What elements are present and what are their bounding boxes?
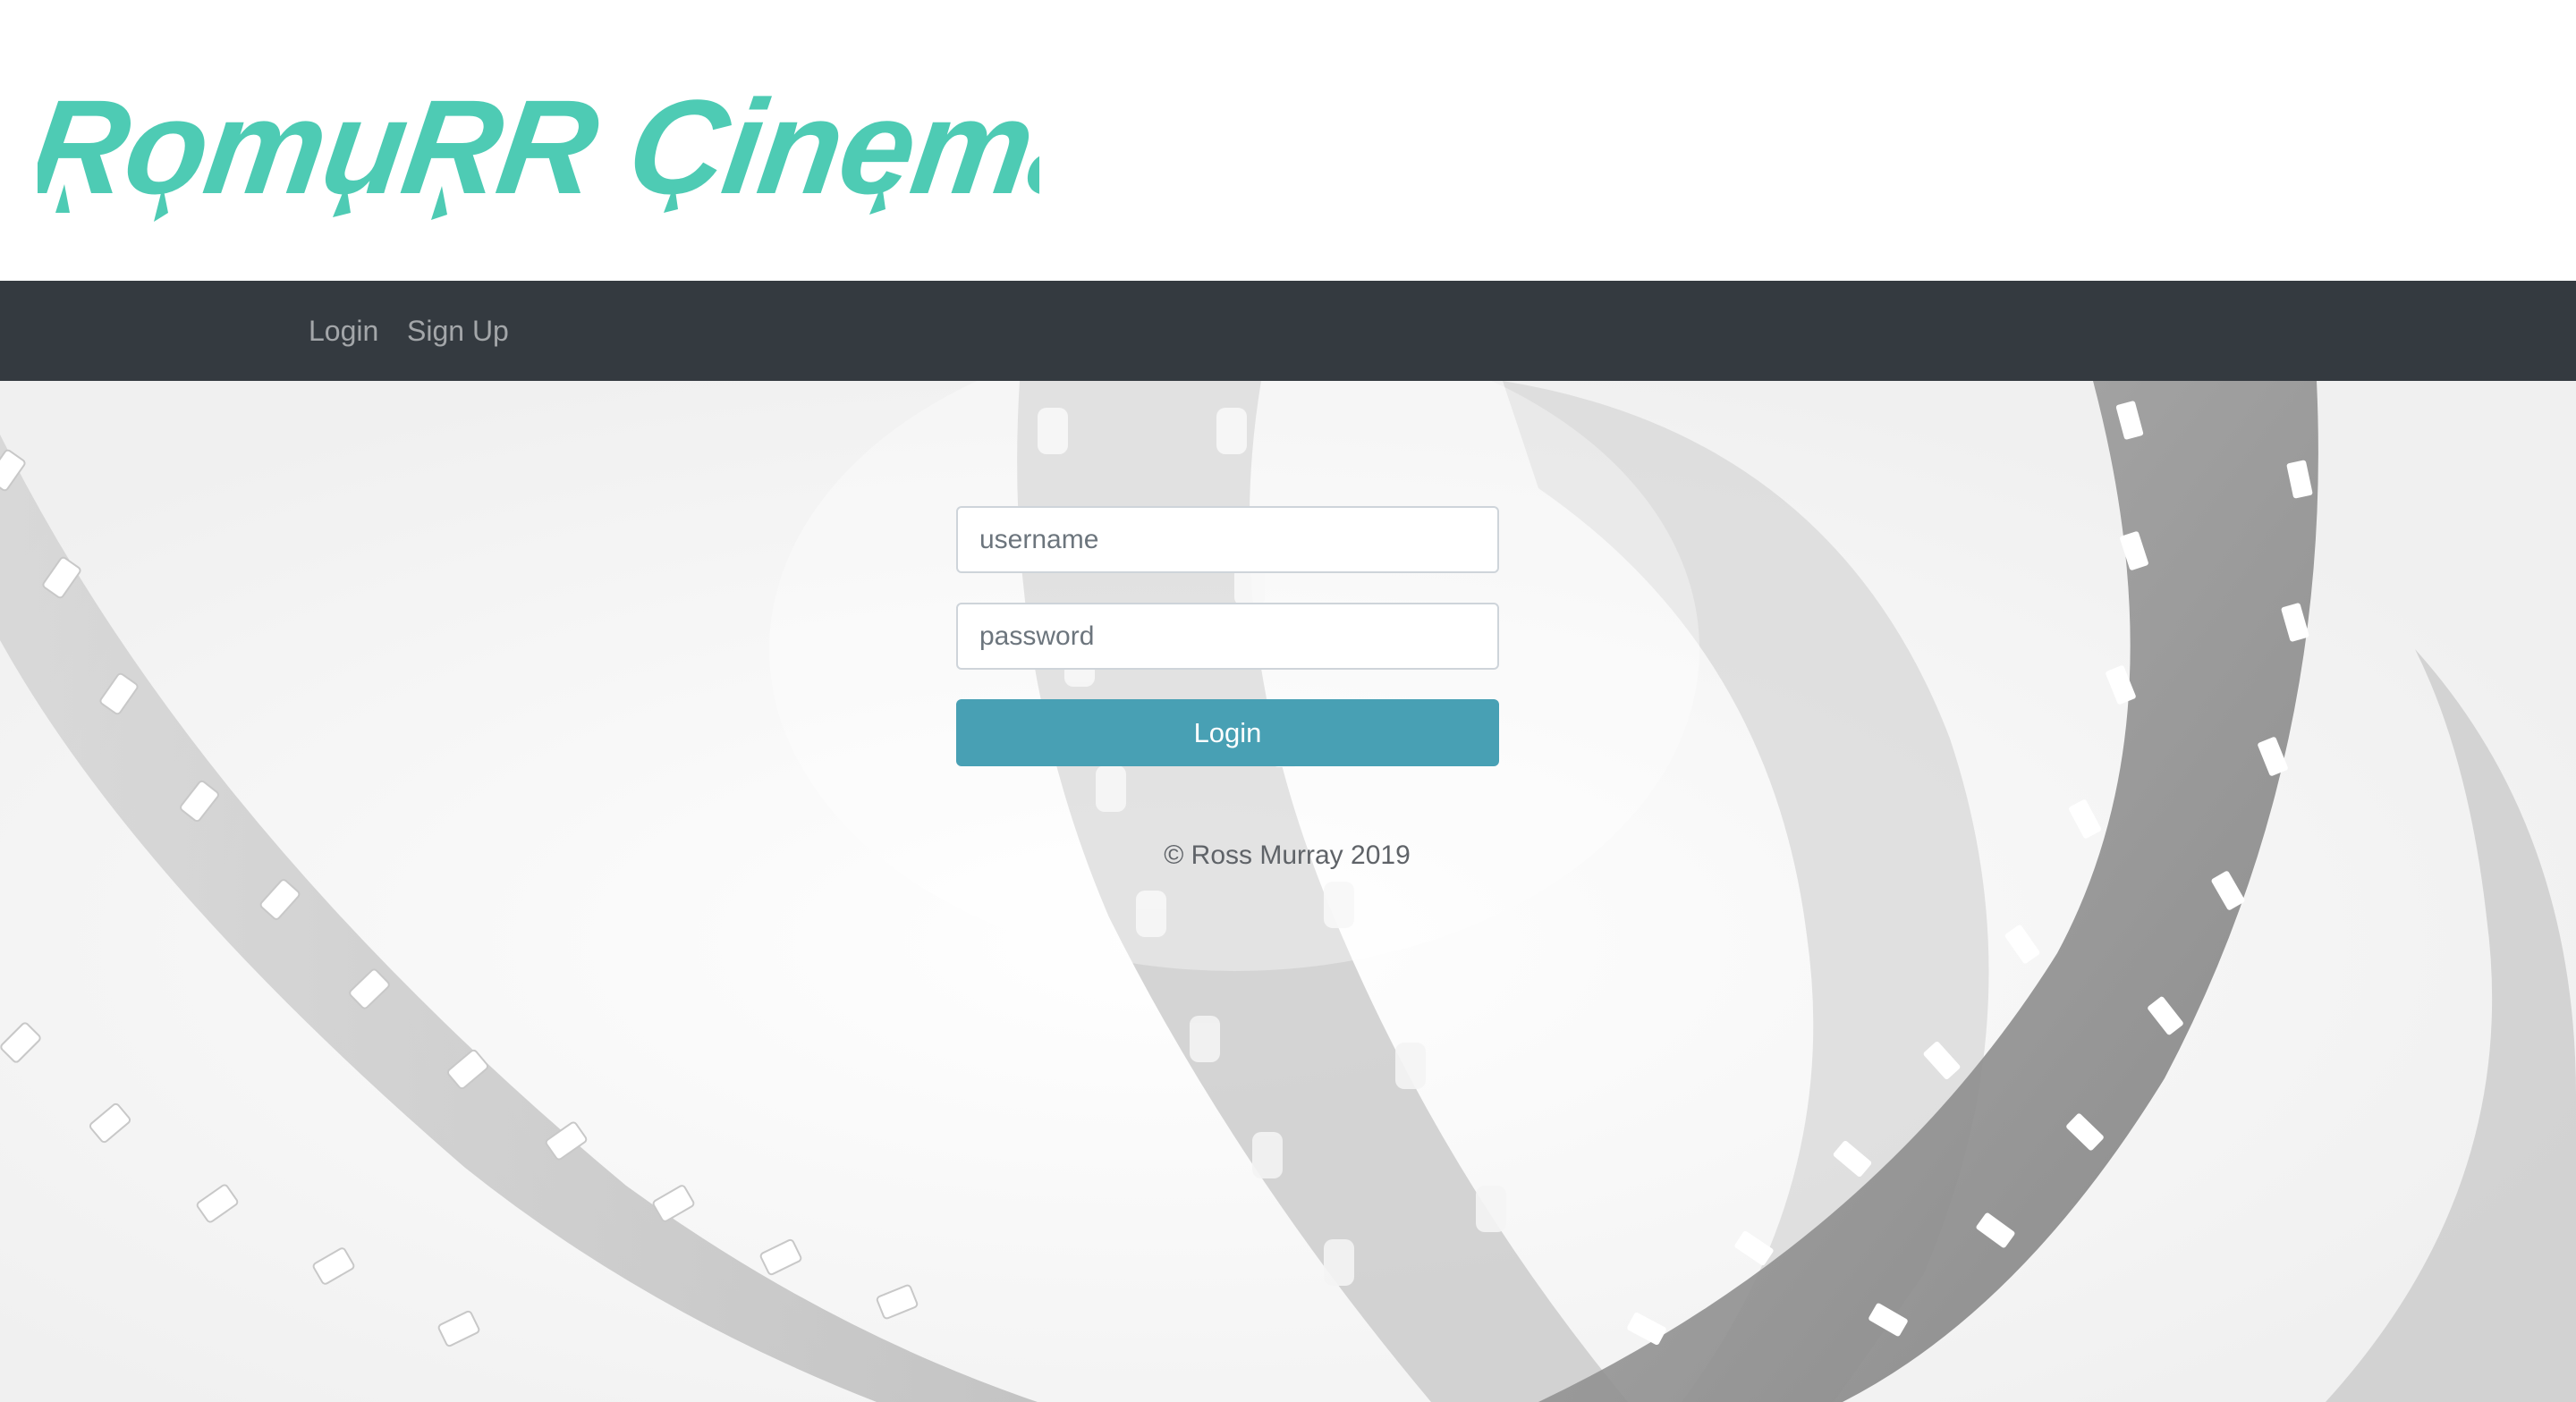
login-button[interactable]: Login xyxy=(956,699,1499,766)
navbar: Login Sign Up xyxy=(0,281,2576,381)
copyright-text: © Ross Murray 2019 xyxy=(1164,840,1411,870)
header: RomuRR Cinemas xyxy=(0,0,2576,281)
nav-signup-link[interactable]: Sign Up xyxy=(407,281,509,381)
page: RomuRR Cinemas Login Sign Up username Lo… xyxy=(0,0,2576,1402)
brand-logo[interactable]: RomuRR Cinemas xyxy=(38,79,1039,240)
username-input[interactable] xyxy=(956,506,1499,573)
nav-login-link[interactable]: Login xyxy=(309,281,378,381)
password-input[interactable] xyxy=(956,603,1499,670)
brand-logo-text: RomuRR Cinemas xyxy=(38,79,1039,222)
